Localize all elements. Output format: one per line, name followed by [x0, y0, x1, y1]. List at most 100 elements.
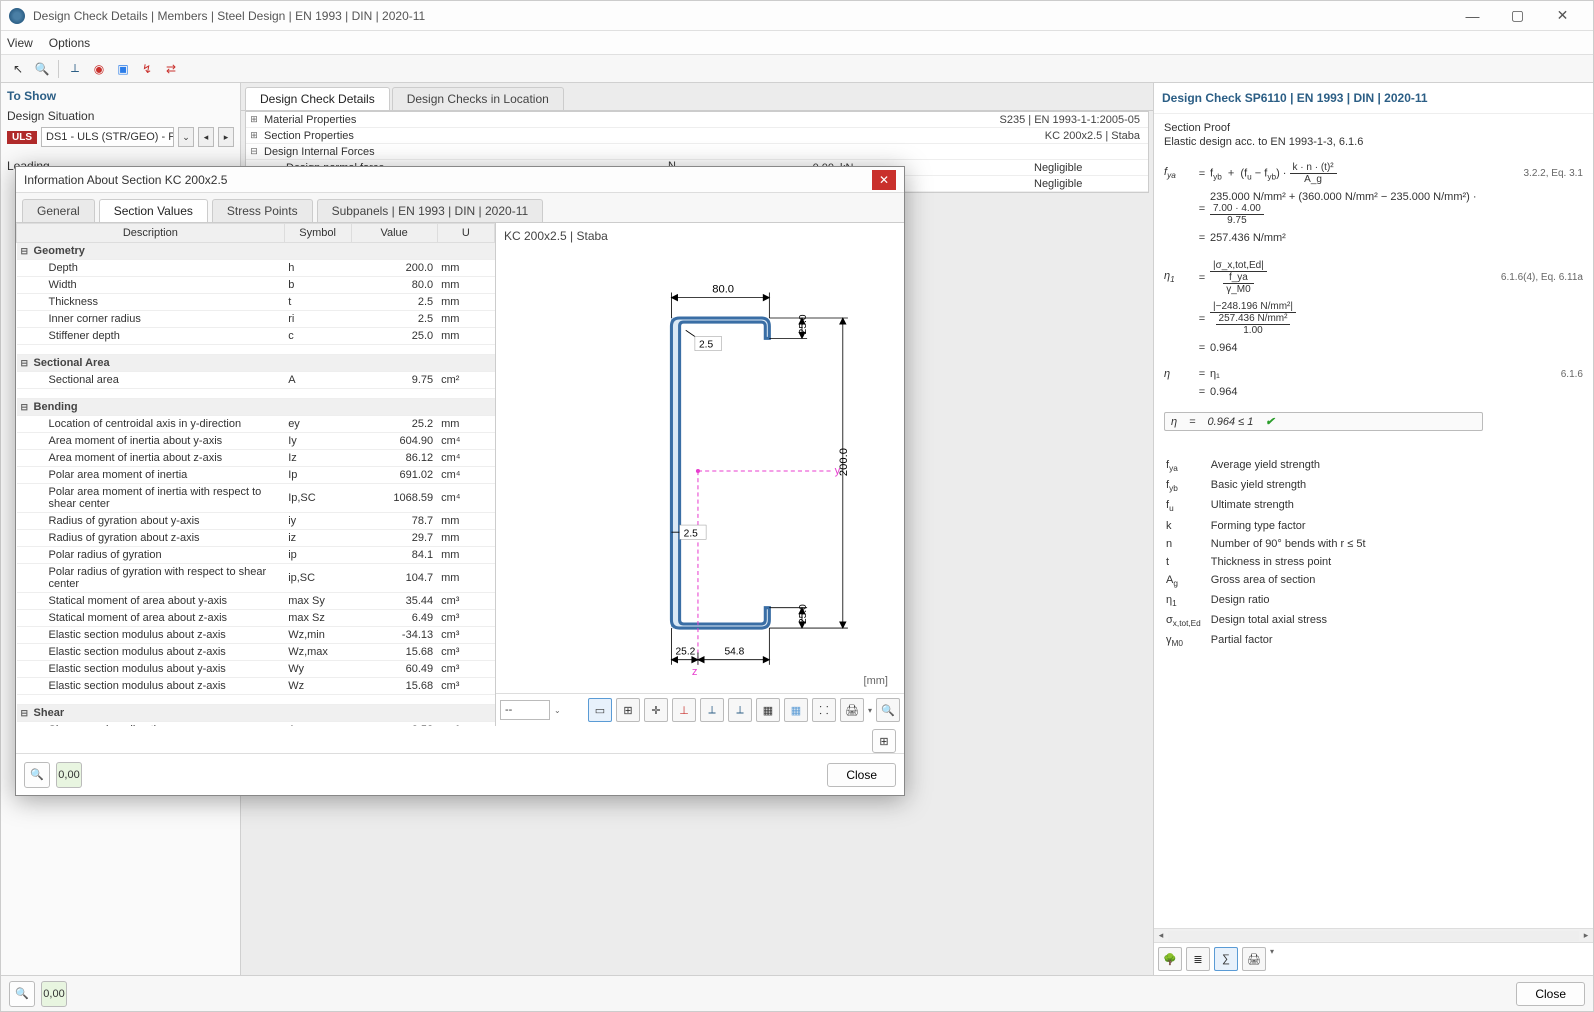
table-row[interactable]: Elastic section modulus about y-axisWy60… — [17, 661, 495, 678]
menu-view[interactable]: View — [7, 36, 33, 50]
modal-tab-section-values[interactable]: Section Values — [99, 199, 208, 222]
preview-mode-combo[interactable]: -- — [500, 700, 550, 720]
table-row[interactable]: Location of centroidal axis in y-directi… — [17, 416, 495, 433]
table-row[interactable]: Stiffener depthc25.0mm — [17, 328, 495, 345]
table-row[interactable]: Polar area moment of inertiaIp691.02cm⁴ — [17, 467, 495, 484]
pf-show-principal-icon[interactable]: ⊥ — [672, 698, 696, 722]
rp-tool-formula-icon[interactable]: ∑ — [1214, 947, 1238, 971]
table-row[interactable]: Elastic section modulus about z-axisWz,m… — [17, 644, 495, 661]
right-footer-toolbar: 🌳 ≣ ∑ 🖨 ▾ — [1154, 942, 1593, 975]
modal-tab-general[interactable]: General — [22, 199, 95, 222]
menu-options[interactable]: Options — [49, 36, 90, 50]
to-show-header: To Show — [7, 89, 234, 103]
rp-tool-tree-icon[interactable]: 🌳 — [1158, 947, 1182, 971]
preview-title: KC 200x2.5 | Staba — [496, 223, 904, 249]
tool-section-icon[interactable]: ⟂ — [64, 58, 86, 80]
pf-show-grid-icon[interactable]: ▦ — [784, 698, 808, 722]
svg-text:54.8: 54.8 — [724, 647, 744, 658]
pf-show-stress-icon[interactable]: ▦ — [756, 698, 780, 722]
design-check-title: Design Check SP6110 | EN 1993 | DIN | 20… — [1154, 83, 1593, 114]
tool-ratio-icon[interactable]: ⇄ — [160, 58, 182, 80]
tool-diagram-icon[interactable]: ↯ — [136, 58, 158, 80]
right-panel: Design Check SP6110 | EN 1993 | DIN | 20… — [1153, 83, 1593, 975]
table-row[interactable]: Shear area in y-directionAy2.52cm² — [17, 722, 495, 727]
table-row[interactable]: Statical moment of area about y-axismax … — [17, 593, 495, 610]
dialog-title: Information About Section KC 200x2.5 — [24, 173, 227, 187]
svg-text:25.0: 25.0 — [798, 314, 809, 334]
table-row[interactable]: Sectional areaA9.75cm² — [17, 372, 495, 389]
table-row[interactable]: Statical moment of area about z-axismax … — [17, 610, 495, 627]
maximize-button[interactable]: ▢ — [1495, 2, 1540, 30]
prev-situation-button[interactable]: ◂ — [198, 127, 214, 147]
rp-print-icon[interactable]: 🖨 — [1242, 947, 1266, 971]
legend-table: fyaAverage yield strength fybBasic yield… — [1164, 455, 1376, 652]
section-values-table[interactable]: Description Symbol Value U ⊟ GeometryDep… — [16, 223, 496, 726]
modal-precision-button[interactable]: 0,00 — [56, 762, 82, 788]
table-row[interactable]: Radius of gyration about y-axisiy78.7mm — [17, 513, 495, 530]
pf-show-section-y-icon[interactable]: ⟂ — [700, 698, 724, 722]
table-row[interactable]: Widthb80.0mm — [17, 277, 495, 294]
units-label: [mm] — [864, 675, 896, 687]
svg-text:z: z — [692, 666, 698, 678]
combo-dropdown-icon[interactable]: ⌄ — [178, 127, 194, 147]
section-info-dialog: Information About Section KC 200x2.5 ✕ G… — [15, 166, 905, 796]
tool-zoom-icon[interactable]: 🔍 — [31, 58, 53, 80]
svg-text:80.0: 80.0 — [712, 284, 734, 296]
window-title: Design Check Details | Members | Steel D… — [33, 9, 1450, 23]
tool-results-icon[interactable]: ▣ — [112, 58, 134, 80]
table-row[interactable]: Polar radius of gyration with respect to… — [17, 564, 495, 593]
section-drawing: y z 80.0 — [496, 249, 904, 693]
table-row[interactable]: Radius of gyration about z-axisiz29.7mm — [17, 530, 495, 547]
next-situation-button[interactable]: ▸ — [218, 127, 234, 147]
right-h-scrollbar[interactable]: ◂▸ — [1154, 928, 1593, 942]
pf-show-dims-icon[interactable]: ▭ — [588, 698, 612, 722]
elastic-design-label: Elastic design acc. to EN 1993-1-3, 6.1.… — [1164, 136, 1583, 148]
table-row[interactable]: Area moment of inertia about z-axisIz86.… — [17, 450, 495, 467]
modal-close-button[interactable]: Close — [827, 763, 896, 787]
table-row[interactable]: Depthh200.0mm — [17, 260, 495, 277]
check-ok-icon: ✔ — [1265, 415, 1274, 428]
minimize-button[interactable]: — — [1450, 2, 1495, 30]
pf-show-points-icon[interactable]: ⸬ — [812, 698, 836, 722]
table-row[interactable]: Elastic section modulus about z-axisWz15… — [17, 678, 495, 695]
tab-design-checks-location[interactable]: Design Checks in Location — [392, 87, 564, 110]
table-row[interactable]: Thicknesst2.5mm — [17, 294, 495, 311]
pf-find-icon[interactable]: 🔍 — [876, 698, 900, 722]
find-button[interactable]: 🔍 — [9, 981, 35, 1007]
section-proof-label: Section Proof — [1164, 122, 1583, 134]
pf-show-values-icon[interactable]: ⊞ — [616, 698, 640, 722]
titlebar: Design Check Details | Members | Steel D… — [1, 1, 1593, 31]
table-row[interactable]: Area moment of inertia about y-axisIy604… — [17, 433, 495, 450]
table-row[interactable]: Polar area moment of inertia with respec… — [17, 484, 495, 513]
tool-stress-icon[interactable]: ◉ — [88, 58, 110, 80]
design-situation-label: Design Situation — [7, 109, 234, 123]
modal-tab-subpanels[interactable]: Subpanels | EN 1993 | DIN | 2020-11 — [317, 199, 544, 222]
main-toolbar: ↖ 🔍 ⟂ ◉ ▣ ↯ ⇄ — [1, 55, 1593, 83]
close-window-button[interactable]: ✕ — [1540, 2, 1585, 30]
window-bottom-bar: 🔍 0,00 Close — [1, 975, 1593, 1011]
svg-text:25.0: 25.0 — [798, 604, 809, 624]
table-row[interactable]: Polar radius of gyrationip84.1mm — [17, 547, 495, 564]
svg-text:200.0: 200.0 — [838, 448, 850, 476]
uls-badge: ULS — [7, 131, 37, 144]
menubar: View Options — [1, 31, 1593, 55]
tab-design-check-details[interactable]: Design Check Details — [245, 87, 390, 110]
pf-show-section-z-icon[interactable]: ⟂ — [728, 698, 752, 722]
table-row[interactable]: Elastic section modulus about z-axisWz,m… — [17, 627, 495, 644]
design-situation-combo[interactable]: DS1 - ULS (STR/GEO) - Perman... — [41, 127, 174, 147]
modal-find-button[interactable]: 🔍 — [24, 762, 50, 788]
close-button[interactable]: Close — [1516, 982, 1585, 1006]
modal-tab-stress-points[interactable]: Stress Points — [212, 199, 313, 222]
pf-print-icon[interactable]: 🖨 — [840, 698, 864, 722]
pf-show-axes-icon[interactable]: ✛ — [644, 698, 668, 722]
dialog-close-button[interactable]: ✕ — [872, 170, 896, 190]
section-preview: KC 200x2.5 | Staba — [496, 223, 904, 726]
precision-button[interactable]: 0,00 — [41, 981, 67, 1007]
modal-expand-button[interactable]: ⊞ — [872, 729, 896, 753]
svg-text:25.2: 25.2 — [676, 647, 696, 658]
table-row[interactable]: Inner corner radiusri2.5mm — [17, 311, 495, 328]
app-icon — [9, 8, 25, 24]
rp-tool-list-icon[interactable]: ≣ — [1186, 947, 1210, 971]
tool-cursor-icon[interactable]: ↖ — [7, 58, 29, 80]
svg-text:2.5: 2.5 — [684, 528, 698, 539]
